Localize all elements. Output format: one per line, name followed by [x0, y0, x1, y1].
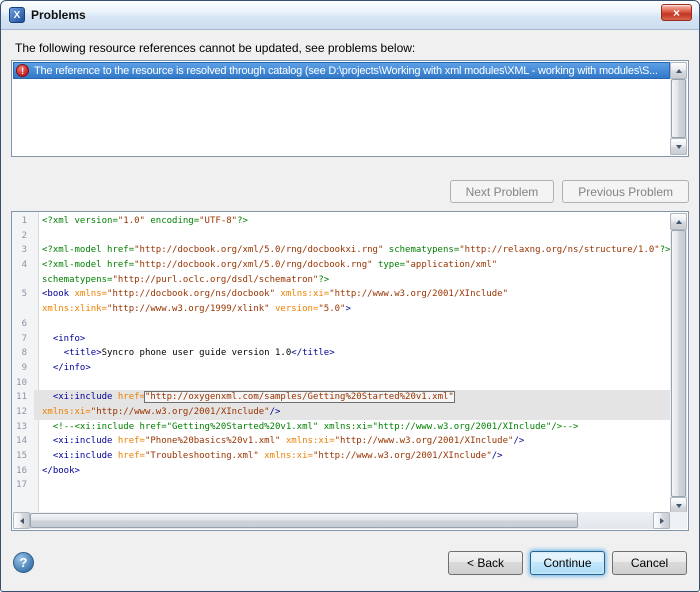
code-line-text — [34, 317, 671, 332]
problems-dialog: X Problems × The following resource refe… — [0, 0, 700, 592]
scroll-thumb[interactable] — [30, 513, 578, 528]
problems-rows: ! The reference to the resource is resolv… — [13, 62, 670, 155]
code-line-text: <info> — [34, 332, 671, 347]
line-number: 8 — [12, 346, 33, 361]
line-number: 10 — [12, 376, 33, 391]
scroll-thumb[interactable] — [671, 230, 686, 497]
scroll-up-button[interactable] — [670, 62, 687, 79]
scroll-down-button[interactable] — [670, 138, 687, 155]
editor-rows: 1<?xml version="1.0" encoding="UTF-8"?>2… — [12, 214, 671, 513]
problems-list[interactable]: ! The reference to the resource is resolv… — [11, 60, 689, 157]
line-number: 4 — [12, 258, 33, 273]
code-line[interactable]: 12xmlns:xi="http://www.w3.org/2001/XIncl… — [12, 405, 671, 420]
oxygen-app-icon: X — [9, 7, 25, 23]
code-line[interactable]: 13 <!--<xi:include href="Getting%20Start… — [12, 420, 671, 435]
footer-buttons: < Back Continue Cancel — [448, 551, 687, 575]
editor-vertical-scrollbar[interactable] — [670, 213, 687, 514]
scroll-thumb[interactable] — [671, 79, 686, 138]
code-line[interactable]: schematypens="http://purl.oclc.org/dsdl/… — [12, 273, 671, 288]
line-number: 13 — [12, 420, 33, 435]
editor-horizontal-scrollbar[interactable] — [13, 512, 670, 529]
continue-button[interactable]: Continue — [530, 551, 605, 575]
line-number: 3 — [12, 243, 33, 258]
line-number: 1 — [12, 214, 33, 229]
code-line-text: <xi:include href="http://oxygenxml.com/s… — [34, 390, 671, 405]
scroll-up-button[interactable] — [670, 213, 687, 230]
line-number: 11 — [12, 390, 33, 405]
code-line[interactable]: 5<book xmlns="http://docbook.org/ns/docb… — [12, 287, 671, 302]
code-line[interactable]: 6 — [12, 317, 671, 332]
line-number: 6 — [12, 317, 33, 332]
back-button[interactable]: < Back — [448, 551, 523, 575]
code-line-text: schematypens="http://purl.oclc.org/dsdl/… — [34, 273, 671, 288]
line-number: 9 — [12, 361, 33, 376]
code-line-text: <xi:include href="Troubleshooting.xml" x… — [34, 449, 671, 464]
line-number: 15 — [12, 449, 33, 464]
help-icon: ? — [20, 555, 28, 570]
scrollbar-corner — [670, 512, 687, 529]
code-line-text: <?xml version="1.0" encoding="UTF-8"?> — [34, 214, 671, 229]
code-line[interactable]: 1<?xml version="1.0" encoding="UTF-8"?> — [12, 214, 671, 229]
code-line[interactable]: 7 <info> — [12, 332, 671, 347]
line-number: 14 — [12, 434, 33, 449]
line-number: 16 — [12, 464, 33, 479]
titlebar[interactable]: X Problems × — [1, 1, 699, 30]
code-line-text — [34, 229, 671, 244]
code-line-text: </book> — [34, 464, 671, 479]
scroll-left-button[interactable] — [13, 512, 30, 529]
error-icon: ! — [16, 64, 29, 77]
code-line[interactable]: 11 <xi:include href="http://oxygenxml.co… — [12, 390, 671, 405]
code-line-text: <xi:include href="Phone%20basics%20v1.xm… — [34, 434, 671, 449]
code-line-text: <title>Syncro phone user guide version 1… — [34, 346, 671, 361]
code-line[interactable]: 14 <xi:include href="Phone%20basics%20v1… — [12, 434, 671, 449]
code-line-text: xmlns:xlink="http://www.w3.org/1999/xlin… — [34, 302, 671, 317]
code-line-text: </info> — [34, 361, 671, 376]
code-line-text: <book xmlns="http://docbook.org/ns/docbo… — [34, 287, 671, 302]
scroll-track[interactable] — [578, 512, 653, 529]
line-number: 5 — [12, 287, 33, 302]
code-line[interactable]: 8 <title>Syncro phone user guide version… — [12, 346, 671, 361]
highlighted-href-value[interactable]: "http://oxygenxml.com/samples/Getting%20… — [145, 392, 454, 402]
help-button[interactable]: ? — [13, 552, 34, 573]
code-line-text: <?xml-model href="http://docbook.org/xml… — [34, 258, 671, 273]
scroll-right-button[interactable] — [653, 512, 670, 529]
code-line[interactable]: 16</book> — [12, 464, 671, 479]
problem-nav-buttons: Next Problem Previous Problem — [450, 180, 689, 203]
line-number: 7 — [12, 332, 33, 347]
problem-text: The reference to the resource is resolve… — [34, 65, 658, 77]
window-title: Problems — [31, 8, 86, 22]
previous-problem-button[interactable]: Previous Problem — [562, 180, 689, 203]
code-line[interactable]: 2 — [12, 229, 671, 244]
line-number — [12, 273, 33, 288]
line-number: 17 — [12, 478, 33, 493]
code-line-text: <!--<xi:include href="Getting%20Started%… — [34, 420, 671, 435]
problem-list-item[interactable]: ! The reference to the resource is resolv… — [13, 62, 670, 79]
line-number — [12, 302, 33, 317]
code-line[interactable]: 9 </info> — [12, 361, 671, 376]
code-line-text — [34, 376, 671, 391]
code-line[interactable]: 17 — [12, 478, 671, 493]
code-line[interactable]: 4<?xml-model href="http://docbook.org/xm… — [12, 258, 671, 273]
line-number: 2 — [12, 229, 33, 244]
close-button[interactable]: × — [661, 4, 692, 21]
code-line-text: xmlns:xi="http://www.w3.org/2001/XInclud… — [34, 405, 671, 420]
code-line-text: <?xml-model href="http://docbook.org/xml… — [34, 243, 671, 258]
close-icon: × — [673, 7, 680, 19]
next-problem-button[interactable]: Next Problem — [450, 180, 555, 203]
cancel-button[interactable]: Cancel — [612, 551, 687, 575]
code-line[interactable]: 15 <xi:include href="Troubleshooting.xml… — [12, 449, 671, 464]
code-line-text — [34, 478, 671, 493]
line-number: 12 — [12, 405, 33, 420]
code-line[interactable]: 10 — [12, 376, 671, 391]
xml-editor[interactable]: 1<?xml version="1.0" encoding="UTF-8"?>2… — [11, 211, 689, 531]
instruction-text: The following resource references cannot… — [15, 41, 685, 55]
code-line[interactable]: xmlns:xlink="http://www.w3.org/1999/xlin… — [12, 302, 671, 317]
problems-scrollbar[interactable] — [670, 62, 687, 155]
code-line[interactable]: 3<?xml-model href="http://docbook.org/xm… — [12, 243, 671, 258]
